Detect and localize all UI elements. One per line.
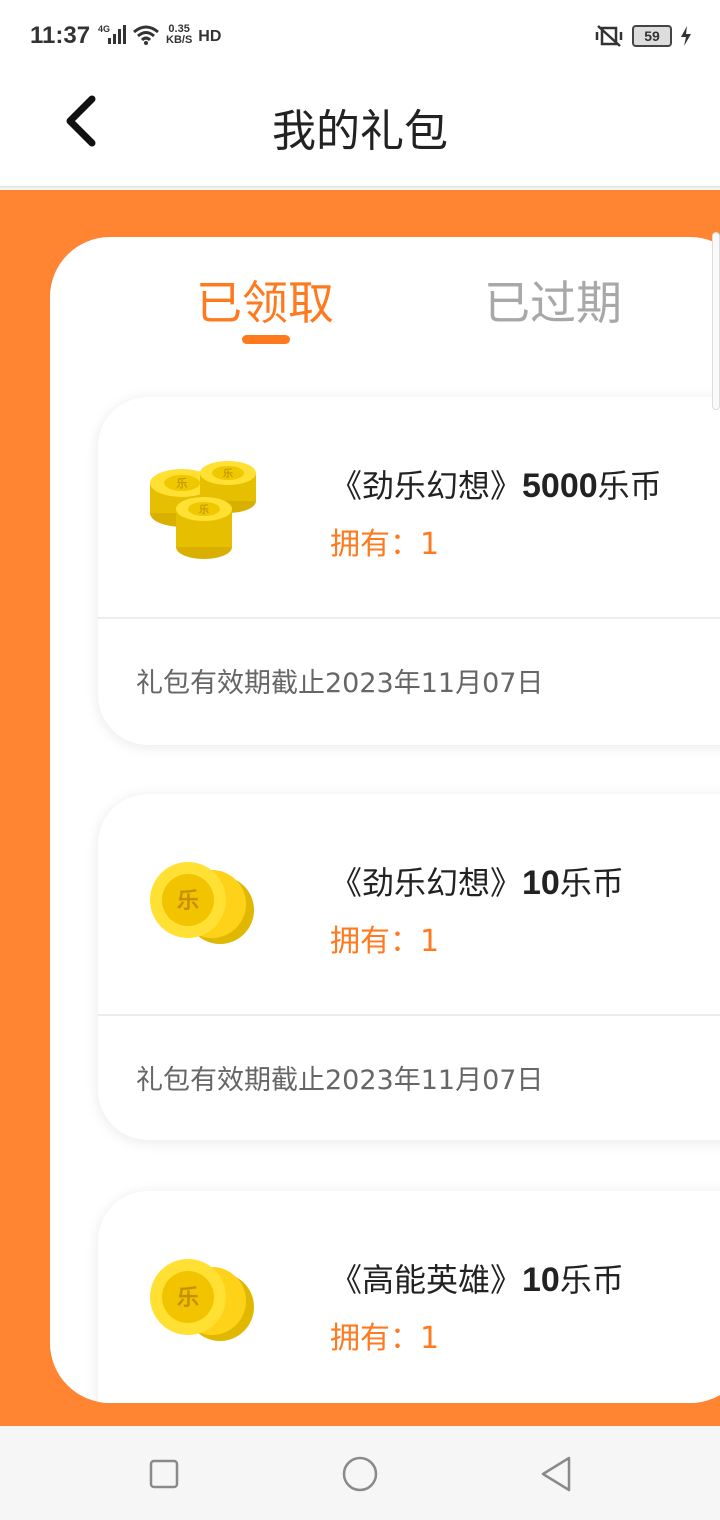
svg-text:乐: 乐 [177, 476, 188, 490]
gift-title: 《劲乐幻想》10乐币 [330, 864, 624, 902]
charging-icon [681, 26, 691, 46]
tab-bar: 已领取 已过期 [50, 237, 720, 367]
gift-card[interactable]: 乐 《劲乐幻想》10乐币 拥有：1 礼包有效期截止2023年11月07日 [98, 794, 720, 1140]
gift-expiry: 礼包有效期截止2023年11月07日 [136, 1065, 544, 1096]
svg-text:乐: 乐 [199, 503, 209, 516]
gift-title: 《劲乐幻想》5000乐币 [330, 467, 662, 505]
svg-text:乐: 乐 [177, 889, 199, 914]
tab-received[interactable]: 已领取 [196, 267, 334, 333]
recent-apps-button[interactable] [144, 1454, 184, 1494]
home-button[interactable] [340, 1454, 380, 1494]
coin-pile-icon: 乐 [150, 862, 254, 944]
page-title: 我的礼包 [272, 106, 448, 157]
vibrate-icon [595, 25, 623, 47]
gift-quantity: 拥有：1 [330, 527, 440, 562]
tab-expired[interactable]: 已过期 [484, 267, 622, 333]
status-time: 11:37 [30, 22, 91, 49]
gift-title: 《高能英雄》10乐币 [330, 1261, 624, 1299]
gift-card[interactable]: 乐 乐 乐 《劲乐幻想》5000乐币 拥有：1 礼包有效期截止2023年11月0… [98, 397, 720, 745]
scrollbar[interactable] [712, 232, 720, 410]
gift-card[interactable]: 乐 《高能英雄》10乐币 拥有：1 [98, 1191, 720, 1403]
gift-quantity: 拥有：1 [330, 924, 440, 959]
back-nav-button[interactable] [536, 1454, 576, 1494]
gift-quantity: 拥有：1 [330, 1321, 440, 1356]
coin-stack-icon: 乐 乐 乐 [150, 461, 256, 559]
signal-icon: 4G [98, 24, 126, 44]
circle-icon [342, 1456, 378, 1492]
wifi-icon [133, 25, 159, 45]
square-icon [149, 1459, 179, 1489]
tab-active-indicator [242, 335, 290, 344]
gift-expiry: 礼包有效期截止2023年11月07日 [136, 668, 544, 699]
coin-pile-icon: 乐 [150, 1259, 254, 1341]
triangle-back-icon [541, 1456, 571, 1492]
network-type: 4G [98, 24, 110, 34]
app-header: 我的礼包 [0, 75, 720, 188]
svg-text:乐: 乐 [177, 1286, 199, 1311]
gift-panel: 已领取 已过期 乐 乐 乐 《劲乐幻想》5000乐币 拥有：1 礼包有效期截止2… [50, 237, 720, 1403]
status-bar: 11:37 4G 0.35 KB/S HD 59 [0, 0, 720, 75]
hd-icon: HD [198, 28, 222, 45]
network-speed: 0.35 KB/S [166, 23, 193, 46]
svg-text:乐: 乐 [223, 467, 233, 480]
battery-indicator: 59 [632, 25, 672, 47]
system-nav-bar [0, 1426, 720, 1520]
